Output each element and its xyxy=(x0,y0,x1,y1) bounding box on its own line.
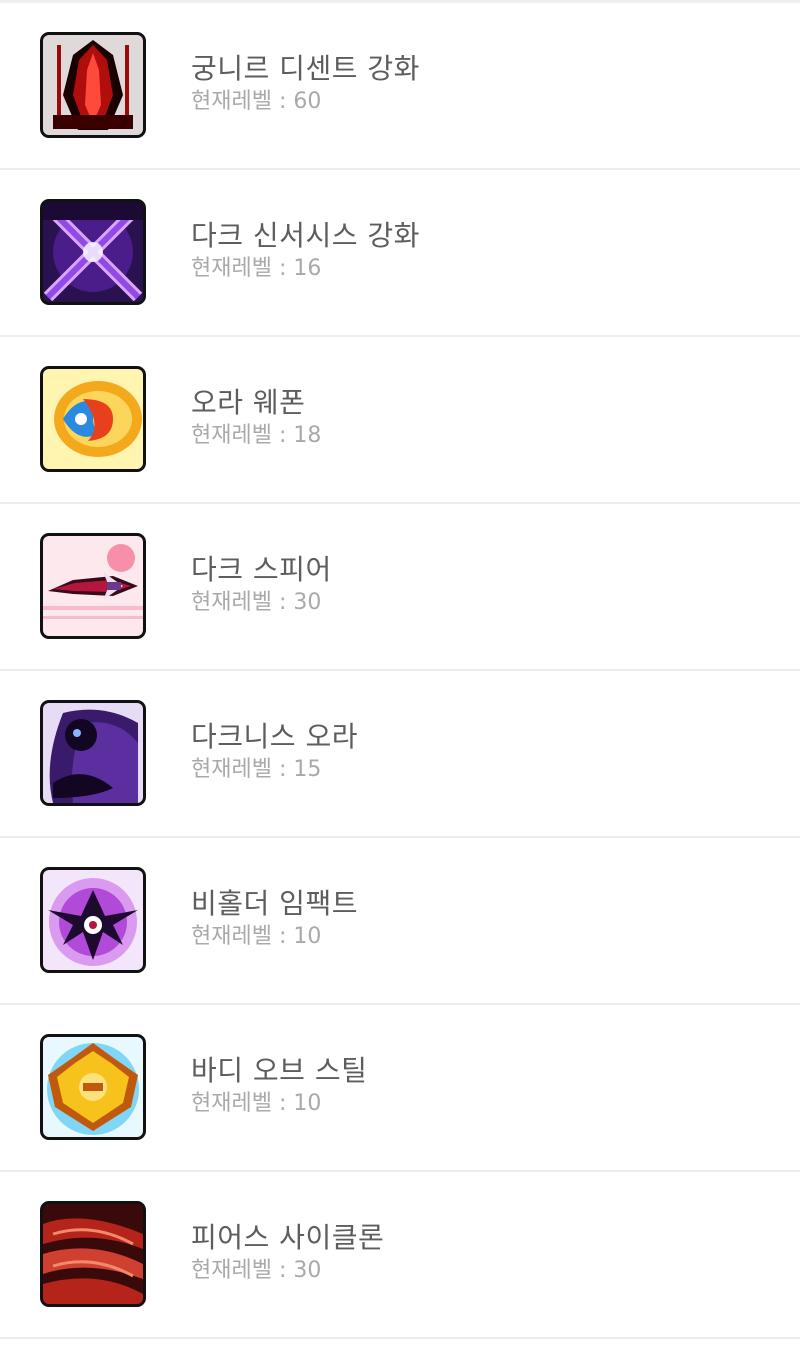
level-prefix: 현재레벨 xyxy=(191,590,272,615)
aura-weapon-icon xyxy=(40,366,146,472)
skill-row[interactable]: 피어스 사이클론 현재레벨 : 30 xyxy=(0,1172,800,1339)
level-prefix: 현재레벨 xyxy=(191,256,272,281)
level-prefix: 현재레벨 xyxy=(191,757,272,782)
skill-level: 현재레벨 : 10 xyxy=(191,1089,367,1119)
skill-row[interactable]: 다크니스 오라 현재레벨 : 15 xyxy=(0,671,800,838)
level-prefix: 현재레벨 xyxy=(191,423,272,448)
level-separator: : xyxy=(278,423,287,448)
pierce-cyclone-icon xyxy=(40,1201,146,1307)
skill-level: 현재레벨 : 16 xyxy=(191,254,420,284)
skill-row[interactable]: 바디 오브 스틸 현재레벨 : 10 xyxy=(0,1005,800,1172)
level-prefix: 현재레벨 xyxy=(191,924,272,949)
skill-name: 다크 스피어 xyxy=(191,553,332,586)
skill-row[interactable]: 다크 신서시스 강화 현재레벨 : 16 xyxy=(0,170,800,337)
skill-row[interactable]: 비홀더 임팩트 현재레벨 : 10 xyxy=(0,838,800,1005)
skill-row[interactable]: 궁니르 디센트 강화 현재레벨 : 60 xyxy=(0,3,800,170)
skill-level: 현재레벨 : 15 xyxy=(191,755,358,785)
level-separator: : xyxy=(278,1091,287,1116)
level-separator: : xyxy=(278,757,287,782)
skill-name: 바디 오브 스틸 xyxy=(191,1054,368,1087)
skill-name: 비홀더 임팩트 xyxy=(191,887,358,920)
skill-name: 궁니르 디센트 강화 xyxy=(191,52,420,85)
level-separator: : xyxy=(278,590,287,615)
skill-name: 피어스 사이클론 xyxy=(191,1221,385,1254)
skill-row[interactable]: 오라 웨폰 현재레벨 : 18 xyxy=(0,337,800,504)
level-value: 10 xyxy=(293,924,322,949)
level-separator: : xyxy=(278,924,287,949)
level-separator: : xyxy=(278,89,287,114)
gungnir-descent-icon xyxy=(40,32,146,138)
level-value: 15 xyxy=(293,757,322,782)
darkness-aura-icon xyxy=(40,700,146,806)
dark-synthesis-icon xyxy=(40,199,146,305)
skill-level: 현재레벨 : 18 xyxy=(191,421,321,451)
level-value: 18 xyxy=(293,423,322,448)
beholder-impact-icon xyxy=(40,867,146,973)
skill-name: 다크 신서시스 강화 xyxy=(191,219,420,252)
skill-row[interactable]: 다크 스피어 현재레벨 : 30 xyxy=(0,504,800,671)
skill-level: 현재레벨 : 30 xyxy=(191,1256,384,1286)
body-of-steel-icon xyxy=(40,1034,146,1140)
level-value: 60 xyxy=(293,89,322,114)
skill-name: 오라 웨폰 xyxy=(191,386,306,419)
level-prefix: 현재레벨 xyxy=(191,1091,272,1116)
level-value: 10 xyxy=(293,1091,322,1116)
level-value: 30 xyxy=(293,590,322,615)
level-prefix: 현재레벨 xyxy=(191,89,272,114)
level-separator: : xyxy=(278,1258,287,1283)
skill-level: 현재레벨 : 10 xyxy=(191,922,358,952)
skill-list: 궁니르 디센트 강화 현재레벨 : 60 다크 신서시스 강화 현재레벨 : 1… xyxy=(0,3,800,1339)
level-prefix: 현재레벨 xyxy=(191,1258,272,1283)
skill-name: 다크니스 오라 xyxy=(191,720,358,753)
dark-spear-icon xyxy=(40,533,146,639)
level-separator: : xyxy=(278,256,287,281)
skill-level: 현재레벨 : 60 xyxy=(191,87,420,117)
level-value: 16 xyxy=(293,256,322,281)
skill-level: 현재레벨 : 30 xyxy=(191,588,332,618)
level-value: 30 xyxy=(293,1258,322,1283)
